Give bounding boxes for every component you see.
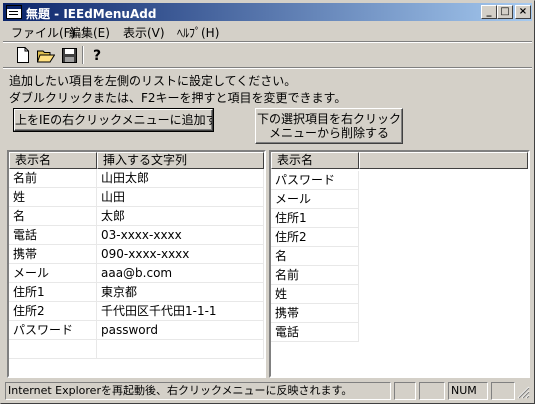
- remove-button-label-2: メニューから削除する: [268, 126, 389, 140]
- save-button[interactable]: [59, 45, 79, 65]
- row-insert-text: 03-xxxx-xxxx: [97, 226, 264, 245]
- menu-view[interactable]: 表示(V): [123, 24, 165, 41]
- maximize-button[interactable]: □: [497, 5, 513, 19]
- menu-bar: ファイル(F) 編集(E) 表示(V) ﾍﾙﾌﾟ(H): [3, 22, 532, 41]
- right-item-name: 住所1: [271, 209, 359, 228]
- right-item-name: パスワード: [271, 171, 359, 190]
- row-insert-text: 山田: [97, 188, 264, 207]
- row-insert-text: password: [97, 321, 264, 340]
- right-item-name: 名前: [271, 266, 359, 285]
- right-item-name: 名: [271, 247, 359, 266]
- row-display-name: 住所1: [9, 283, 97, 302]
- status-bar: Internet Explorerを再起動後、右クリックメニューに反映されます。…: [3, 381, 532, 401]
- row-display-name: メール: [9, 264, 97, 283]
- toolbar-separator: [82, 46, 84, 64]
- instruction-line-1: 追加したい項目を左側のリストに設定してください。: [9, 74, 297, 88]
- window-title: 無題 - IEEdMenuAdd: [26, 7, 157, 21]
- row-display-name: 住所2: [9, 302, 97, 321]
- row-insert-text: aaa@b.com: [97, 264, 264, 283]
- open-button[interactable]: [36, 45, 56, 65]
- save-disk-icon: [61, 47, 77, 63]
- menu-file[interactable]: ファイル(F): [11, 24, 75, 41]
- new-button[interactable]: [13, 45, 33, 65]
- remove-button-label-1: 下の選択項目を右クリック: [256, 112, 401, 126]
- right-list[interactable]: 表示名 パスワード メール 住所1 住所2 名 名前 姓 携帯 電話: [269, 150, 530, 378]
- app-window: 無題 - IEEdMenuAdd _ □ × ファイル(F) 編集(E) 表示(…: [0, 0, 535, 404]
- status-message: Internet Explorerを再起動後、右クリックメニューに反映されます。: [5, 382, 391, 400]
- title-bar[interactable]: 無題 - IEEdMenuAdd _ □ ×: [3, 3, 532, 21]
- status-panel-scrl: [491, 382, 515, 400]
- row-display-name: パスワード: [9, 321, 97, 340]
- minimize-button[interactable]: _: [481, 5, 497, 19]
- row-insert-text: 太郎: [97, 207, 264, 226]
- right-item-name: 住所2: [271, 228, 359, 247]
- right-item-name: 電話: [271, 323, 359, 342]
- right-item-name: 携帯: [271, 304, 359, 323]
- left-list-header: 表示名 挿入する文字列: [9, 152, 264, 169]
- open-folder-icon: [37, 50, 55, 62]
- status-num: NUM: [448, 382, 488, 400]
- app-icon: [6, 5, 22, 19]
- add-to-menu-button[interactable]: 上をIEの右クリックメニューに追加する: [13, 108, 214, 132]
- left-list[interactable]: 表示名 挿入する文字列 名前 山田太郎 姓 山田 名 太郎 電話 03-xxxx…: [7, 150, 266, 378]
- remove-from-menu-button[interactable]: 下の選択項目を右クリック メニューから削除する: [255, 108, 403, 144]
- row-insert-text: 千代田区千代田1-1-1: [97, 302, 264, 321]
- status-panel-ovr: [419, 382, 445, 400]
- right-header-display-name[interactable]: 表示名: [271, 152, 359, 169]
- help-button[interactable]: ?: [88, 45, 108, 65]
- new-document-icon: [17, 47, 29, 63]
- right-item-name: メール: [271, 190, 359, 209]
- row-insert-text: 090-xxxx-xxxx: [97, 245, 264, 264]
- menu-edit[interactable]: 編集(E): [69, 24, 110, 41]
- svg-text:?: ?: [93, 48, 101, 63]
- instruction-line-2: ダブルクリックまたは、F2キーを押すと項目を変更できます。: [9, 91, 347, 105]
- menu-help[interactable]: ﾍﾙﾌﾟ(H): [177, 24, 219, 41]
- row-display-name: [9, 340, 97, 359]
- close-button[interactable]: ×: [515, 5, 531, 19]
- left-header-display-name[interactable]: 表示名: [9, 152, 97, 169]
- toolbar-divider: [3, 67, 532, 69]
- row-display-name: 名: [9, 207, 97, 226]
- row-display-name: 電話: [9, 226, 97, 245]
- row-insert-text: 東京都: [97, 283, 264, 302]
- row-insert-text: [97, 340, 264, 359]
- right-list-header: 表示名: [271, 152, 528, 169]
- row-display-name: 名前: [9, 169, 97, 188]
- size-grip-icon[interactable]: [517, 386, 530, 399]
- toolbar: ?: [3, 43, 532, 67]
- row-display-name: 姓: [9, 188, 97, 207]
- row-display-name: 携帯: [9, 245, 97, 264]
- right-header-blank[interactable]: [359, 152, 528, 169]
- help-icon: ?: [93, 48, 101, 63]
- status-panel-caps: [394, 382, 416, 400]
- row-insert-text: 山田太郎: [97, 169, 264, 188]
- left-header-insert-text[interactable]: 挿入する文字列: [97, 152, 264, 169]
- right-item-name: 姓: [271, 285, 359, 304]
